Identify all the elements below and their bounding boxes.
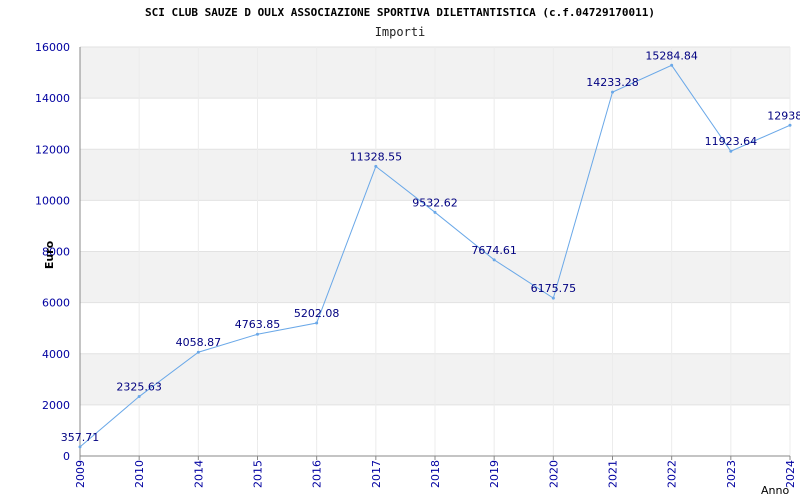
x-tick-label: 2022 [666, 460, 679, 488]
data-point [551, 296, 555, 300]
plot-area: 0200040006000800010000120001400016000200… [35, 41, 800, 497]
data-point [729, 149, 733, 153]
x-tick-label: 2014 [192, 460, 205, 488]
data-label: 6175.75 [531, 282, 577, 295]
y-tick-label: 16000 [35, 41, 70, 54]
data-label: 357.71 [61, 431, 100, 444]
x-tick-label: 2019 [488, 460, 501, 488]
x-tick-label: 2009 [74, 460, 87, 488]
y-tick-label: 10000 [35, 194, 70, 207]
data-point [196, 350, 200, 354]
data-point [611, 90, 614, 94]
data-point [256, 332, 259, 336]
x-axis-title: Anno [761, 484, 789, 497]
data-label: 15284.84 [645, 49, 698, 62]
x-tick-label: 2017 [370, 460, 383, 488]
data-point [315, 321, 319, 325]
x-tick-label: 2021 [607, 460, 620, 488]
x-tick-label: 2016 [311, 460, 324, 488]
y-tick-label: 4000 [42, 348, 70, 361]
data-point [670, 63, 674, 67]
y-tick-label: 2000 [42, 399, 70, 412]
y-tick-label: 6000 [42, 297, 70, 310]
data-point [492, 258, 496, 262]
x-tick-label: 2023 [725, 460, 738, 488]
data-label: 12938.3 [767, 109, 800, 122]
data-label: 11328.55 [350, 150, 403, 163]
y-tick-label: 14000 [35, 92, 70, 105]
chart: SCI CLUB SAUZE D OULX ASSOCIAZIONE SPORT… [0, 0, 800, 500]
data-label: 2325.63 [116, 381, 162, 394]
y-tick-label: 0 [63, 450, 70, 463]
data-point [788, 123, 792, 127]
data-label: 4058.87 [176, 336, 222, 349]
data-label: 4763.85 [235, 318, 281, 331]
data-point [433, 210, 437, 214]
data-label: 11923.64 [705, 135, 758, 148]
data-point [78, 445, 82, 449]
x-tick-label: 2020 [547, 460, 560, 488]
y-tick-label: 12000 [35, 143, 70, 156]
data-point [374, 164, 378, 168]
y-axis-title: Euro [43, 240, 56, 269]
x-tick-label: 2010 [133, 460, 146, 488]
data-point [137, 395, 141, 399]
data-label: 7674.61 [471, 244, 517, 257]
x-tick-label: 2018 [429, 460, 442, 488]
data-label: 14233.28 [586, 76, 639, 89]
x-tick-label: 2015 [252, 460, 265, 488]
data-label: 5202.08 [294, 307, 340, 320]
data-label: 9532.62 [412, 196, 458, 209]
